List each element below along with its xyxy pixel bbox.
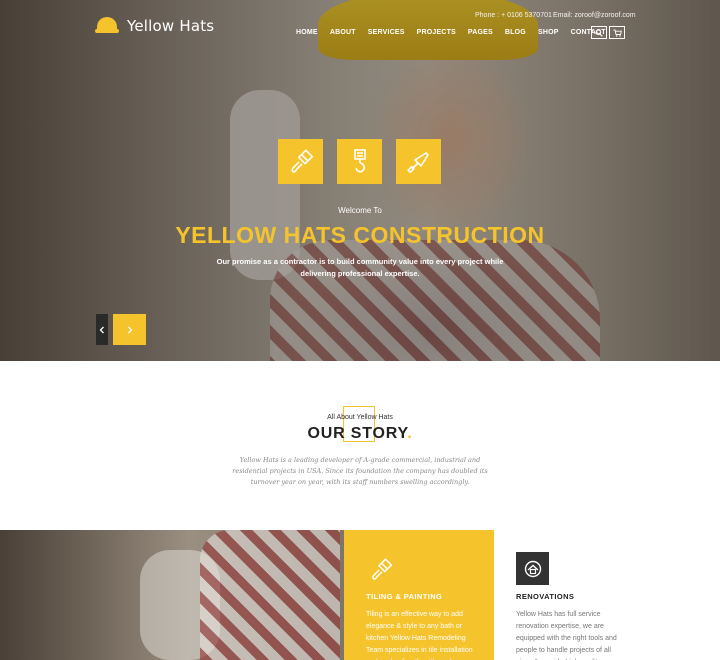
slider-next-button[interactable]: [113, 314, 146, 345]
chevron-right-icon: [127, 326, 132, 333]
hero-icon-box-masonry[interactable]: [396, 139, 441, 184]
crane-hook-icon: [353, 148, 366, 172]
nav-about[interactable]: ABOUT: [324, 29, 362, 36]
nav-shop[interactable]: SHOP: [532, 29, 565, 36]
hero-welcome: Welcome To: [338, 206, 382, 215]
hero-icon-box-crane[interactable]: [337, 139, 382, 184]
service-text: Yellow Hats has full service renovation …: [516, 611, 617, 660]
logo-text: Yellow Hats: [127, 17, 215, 35]
main-nav: HOME ABOUT SERVICES PROJECTS PAGES BLOG …: [296, 29, 612, 36]
story-title-dot: .: [407, 425, 413, 442]
story-text: Yellow Hats is a leading developer of A-…: [232, 456, 488, 486]
service-title: TILING & PAINTING: [366, 592, 443, 601]
paint-brush-icon: [372, 558, 393, 580]
nav-services[interactable]: SERVICES: [362, 29, 411, 36]
paint-brush-icon: [290, 148, 313, 173]
search-icon: [595, 29, 603, 37]
our-story-section: All About Yellow Hats OUR STORY. Yellow …: [0, 361, 720, 530]
hero-service-icons: [278, 139, 441, 184]
story-title: OUR STORY.: [0, 425, 720, 443]
service-title: RENOVATIONS: [516, 592, 575, 601]
site-logo[interactable]: Yellow Hats: [95, 17, 214, 35]
renovation-badge-icon: [516, 552, 549, 585]
nav-blog[interactable]: BLOG: [499, 29, 532, 36]
service-card-renovations[interactable]: RENOVATIONS Yellow Hats has full service…: [494, 530, 720, 660]
hero-title: YELLOW HATS CONSTRUCTION: [175, 222, 545, 248]
nav-home[interactable]: HOME: [296, 29, 324, 36]
contact-phone: Phone : + 0106 5370701: [475, 12, 552, 19]
service-text: Tiling is an effective way to add elegan…: [366, 611, 473, 660]
service-card-tiling[interactable]: TILING & PAINTING Tiling is an effective…: [344, 530, 494, 660]
header-tools: [591, 26, 625, 39]
contact-email[interactable]: Email: zoroof@zoroof.com: [553, 12, 636, 19]
slider-prev-button[interactable]: [96, 314, 108, 345]
hero-subtitle: Our promise as a contractor is to build …: [216, 257, 504, 278]
story-eyebrow: All About Yellow Hats: [327, 414, 393, 421]
hero-slider: Yellow Hats Phone : + 0106 5370701 Email…: [0, 0, 720, 361]
story-title-text: OUR STORY: [307, 425, 408, 442]
services-section: TILING & PAINTING Tiling is an effective…: [0, 530, 720, 660]
nav-pages[interactable]: PAGES: [462, 29, 499, 36]
services-photo: [0, 530, 344, 660]
trowel-icon: [406, 151, 429, 173]
search-button[interactable]: [591, 26, 607, 39]
cart-button[interactable]: [609, 26, 625, 39]
chevron-left-icon: [99, 326, 104, 333]
nav-projects[interactable]: PROJECTS: [411, 29, 462, 36]
cart-icon: [613, 29, 622, 37]
hero-icon-box-painting[interactable]: [278, 139, 323, 184]
hard-hat-icon: [95, 17, 119, 35]
